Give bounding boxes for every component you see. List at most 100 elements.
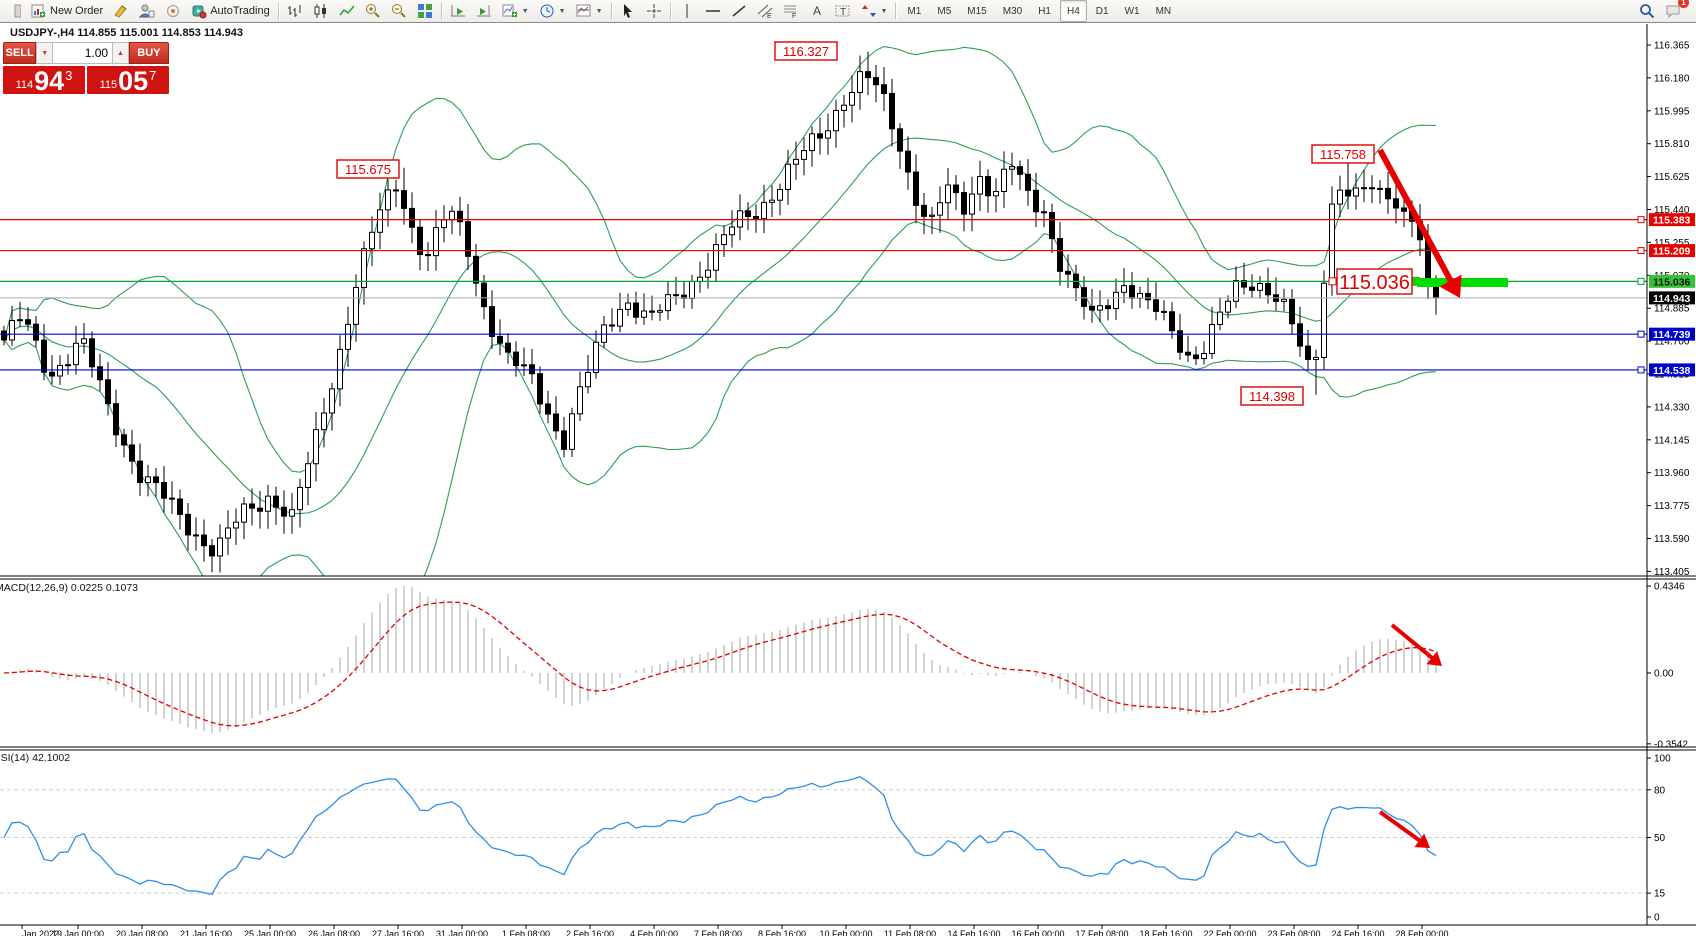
line-handle[interactable] bbox=[1638, 217, 1644, 223]
text-button[interactable]: A bbox=[805, 0, 829, 22]
candle bbox=[258, 508, 263, 511]
chevron-down-icon[interactable]: ▼ bbox=[522, 8, 529, 15]
candlestick-chart-button[interactable] bbox=[309, 0, 333, 22]
candle bbox=[898, 129, 903, 151]
candle bbox=[594, 342, 599, 372]
price-annotation-text: 115.758 bbox=[1320, 147, 1366, 162]
clock-icon bbox=[539, 3, 555, 19]
candle bbox=[1170, 312, 1175, 331]
candle bbox=[930, 215, 935, 216]
svg-text:115.810: 115.810 bbox=[1654, 139, 1690, 150]
arrows-button[interactable]: ▼ bbox=[857, 0, 892, 22]
autotrading-button[interactable]: AutoTrading bbox=[187, 0, 274, 22]
timeframe-m15-button[interactable]: M15 bbox=[960, 0, 993, 22]
signals-button[interactable] bbox=[161, 0, 185, 22]
timeframe-h1-button[interactable]: H1 bbox=[1031, 0, 1058, 22]
candle bbox=[330, 389, 335, 413]
candle bbox=[178, 499, 183, 514]
candle bbox=[386, 190, 391, 210]
sell-button[interactable]: SELL bbox=[3, 42, 36, 64]
candle bbox=[490, 307, 495, 337]
new-chart-button[interactable]: ▼ bbox=[498, 0, 533, 22]
zoom-in-button[interactable] bbox=[361, 0, 385, 22]
volume-input[interactable] bbox=[53, 42, 112, 64]
candle bbox=[226, 528, 231, 538]
bid-price-tile[interactable]: 114 94 3 bbox=[3, 66, 85, 94]
zoom-out-button[interactable] bbox=[387, 0, 411, 22]
auto-scroll-button[interactable] bbox=[446, 0, 470, 22]
volume-increase-button[interactable]: ▲ bbox=[112, 42, 129, 64]
svg-text:A: A bbox=[813, 4, 821, 18]
person-icon bbox=[139, 3, 155, 19]
tile-windows-button[interactable] bbox=[413, 0, 437, 22]
channel-button[interactable]: E bbox=[753, 0, 777, 22]
crosshair-button[interactable] bbox=[642, 0, 666, 22]
search-button[interactable] bbox=[1635, 0, 1659, 22]
chevron-down-icon[interactable]: ▼ bbox=[596, 8, 603, 15]
market-watch-button[interactable] bbox=[135, 0, 159, 22]
svg-text:0.00: 0.00 bbox=[1654, 669, 1674, 680]
candle bbox=[586, 372, 591, 386]
periods-button[interactable]: ▼ bbox=[535, 0, 570, 22]
label-button[interactable]: T bbox=[831, 0, 855, 22]
line-handle[interactable] bbox=[1638, 331, 1644, 337]
candle bbox=[858, 72, 863, 93]
templates-button[interactable]: ▼ bbox=[572, 0, 607, 22]
bar-chart-button[interactable] bbox=[283, 0, 307, 22]
candle bbox=[722, 235, 727, 245]
buy-button[interactable]: BUY bbox=[129, 42, 169, 64]
thick-green-level-bar[interactable] bbox=[1417, 278, 1508, 287]
svg-text:50: 50 bbox=[1654, 833, 1666, 844]
cursor-button[interactable] bbox=[616, 0, 640, 22]
vline-icon bbox=[679, 3, 695, 19]
ask-price-tile[interactable]: 115 05 7 bbox=[87, 66, 169, 94]
bars-icon bbox=[287, 3, 303, 19]
price-axis[interactable]: 116.365116.180115.995115.810115.625115.4… bbox=[1647, 41, 1695, 924]
chevron-down-icon[interactable]: ▼ bbox=[559, 8, 566, 15]
toolbar-separator bbox=[611, 3, 612, 19]
new-order-button[interactable]: New Order bbox=[27, 0, 107, 22]
svg-text:114.739: 114.739 bbox=[1653, 329, 1691, 341]
time-axis[interactable]: Jan 202219 Jan 00:0020 Jan 08:0021 Jan 1… bbox=[22, 925, 1449, 936]
candle bbox=[234, 522, 239, 528]
time-label: 22 Feb 00:00 bbox=[1203, 929, 1256, 936]
clipped-icon[interactable] bbox=[1, 0, 25, 22]
rsi-indicator-label: RSI(14) 42.1002 bbox=[0, 752, 70, 764]
chart-shift-button[interactable] bbox=[472, 0, 496, 22]
candle bbox=[746, 211, 751, 217]
timeframe-m1-button[interactable]: M1 bbox=[900, 0, 928, 22]
vertical-line-button[interactable] bbox=[675, 0, 699, 22]
line-handle[interactable] bbox=[1638, 367, 1644, 373]
red-arrow-annotation[interactable] bbox=[1392, 625, 1434, 659]
metaeditor-button[interactable] bbox=[109, 0, 133, 22]
candle bbox=[546, 404, 551, 414]
volume-decrease-button[interactable]: ▼ bbox=[36, 42, 53, 64]
line-chart-button[interactable] bbox=[335, 0, 359, 22]
fibonacci-button[interactable]: F bbox=[779, 0, 803, 22]
candle bbox=[626, 303, 631, 309]
candle bbox=[970, 194, 975, 214]
candles-icon bbox=[313, 3, 329, 19]
time-label: 10 Feb 00:00 bbox=[819, 929, 872, 936]
timeframe-h4-button[interactable]: H4 bbox=[1060, 0, 1087, 22]
hline-icon bbox=[705, 3, 721, 19]
line-handle[interactable] bbox=[1638, 248, 1644, 254]
line-handle[interactable] bbox=[1638, 278, 1644, 284]
trendline-button[interactable] bbox=[727, 0, 751, 22]
time-label: 18 Feb 16:00 bbox=[1139, 929, 1192, 936]
candle bbox=[1346, 190, 1351, 196]
red-arrow-annotation[interactable] bbox=[1380, 150, 1453, 284]
label-anchor-handle[interactable] bbox=[1329, 278, 1336, 285]
timeframe-m5-button[interactable]: M5 bbox=[930, 0, 958, 22]
candle bbox=[650, 311, 655, 312]
notifications-button[interactable]: 1 bbox=[1661, 0, 1685, 22]
candle bbox=[442, 220, 447, 228]
timeframe-d1-button[interactable]: D1 bbox=[1089, 0, 1116, 22]
timeframe-mn-button[interactable]: MN bbox=[1149, 0, 1179, 22]
horizontal-line-button[interactable] bbox=[701, 0, 725, 22]
candle bbox=[1050, 213, 1055, 239]
timeframe-w1-button[interactable]: W1 bbox=[1118, 0, 1147, 22]
chevron-down-icon[interactable]: ▼ bbox=[881, 8, 888, 15]
svg-text:0: 0 bbox=[1654, 913, 1660, 924]
timeframe-m30-button[interactable]: M30 bbox=[996, 0, 1029, 22]
